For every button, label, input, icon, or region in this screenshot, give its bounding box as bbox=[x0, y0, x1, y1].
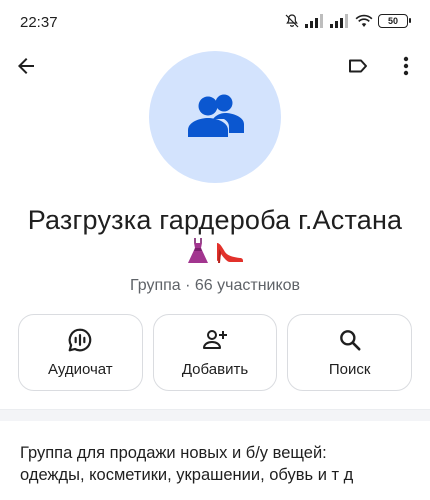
label-icon bbox=[346, 54, 370, 83]
group-meta: Группа · 66 участников bbox=[129, 277, 301, 294]
wifi-icon bbox=[355, 14, 373, 28]
group-name: Разгрузка гардероба г.Астана bbox=[27, 205, 403, 235]
signal-icon bbox=[305, 14, 325, 28]
search-label: Поиск bbox=[328, 361, 371, 378]
status-icons: 50 bbox=[284, 13, 411, 29]
group-avatar[interactable] bbox=[149, 51, 281, 183]
add-person-icon bbox=[202, 327, 228, 353]
label-button[interactable] bbox=[338, 48, 378, 88]
mute-icon bbox=[284, 13, 300, 29]
high-heel-emoji bbox=[214, 237, 244, 270]
add-member-button[interactable]: Добавить bbox=[152, 314, 278, 391]
add-member-label: Добавить bbox=[181, 361, 249, 378]
arrow-back-icon bbox=[14, 54, 38, 83]
search-icon bbox=[337, 327, 363, 353]
group-name-emoji bbox=[0, 237, 430, 270]
audio-chat-label: Аудиочат bbox=[47, 361, 113, 378]
group-icon bbox=[185, 93, 245, 142]
audio-chat-icon bbox=[67, 327, 93, 353]
status-time: 22:37 bbox=[20, 14, 58, 31]
more-options-button[interactable] bbox=[386, 48, 426, 88]
section-divider bbox=[0, 409, 430, 421]
audio-chat-button[interactable]: Аудиочат bbox=[18, 314, 143, 391]
back-button[interactable] bbox=[6, 48, 46, 88]
status-bar: 22:37 50 bbox=[0, 0, 430, 44]
group-description: Группа для продажи новых и б/у вещей: од… bbox=[20, 442, 420, 486]
dress-emoji bbox=[186, 237, 210, 270]
description-line: одежды, косметики, украшении, обувь и т … bbox=[20, 466, 354, 484]
signal-icon bbox=[330, 14, 350, 28]
search-button[interactable]: Поиск bbox=[287, 314, 413, 391]
description-line: Группа для продажи новых и б/у вещей: bbox=[20, 444, 327, 462]
action-buttons: Аудиочат Добавить Поиск bbox=[18, 314, 413, 391]
more-vert-icon bbox=[394, 54, 418, 83]
battery-icon: 50 bbox=[378, 14, 411, 28]
